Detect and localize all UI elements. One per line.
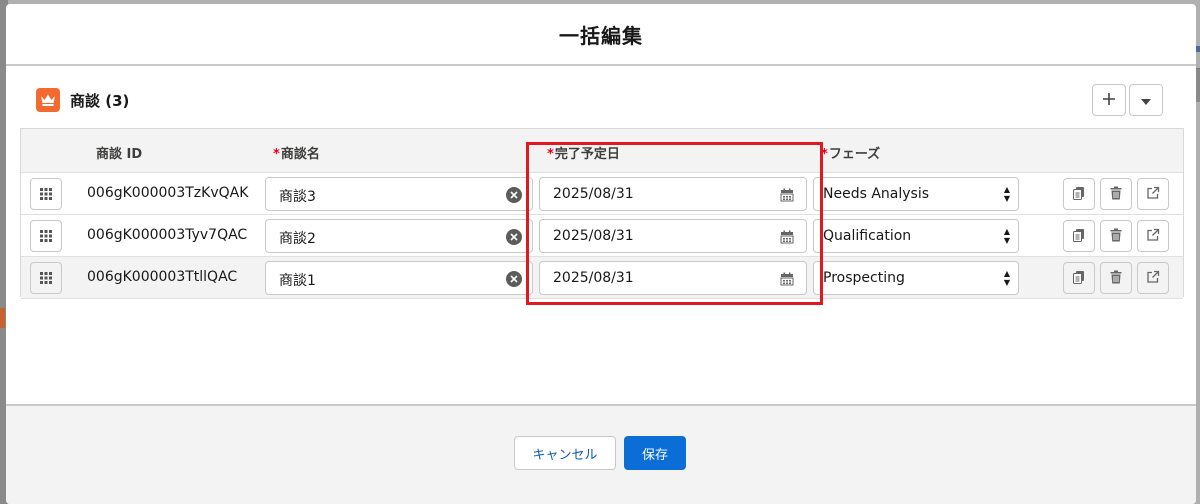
name-input[interactable]: 商談2 (265, 219, 533, 253)
grid-icon (40, 185, 52, 204)
clear-icon[interactable] (506, 187, 522, 203)
copy-icon (1072, 269, 1086, 288)
stage-select[interactable]: Qualification ▲ ▼ (813, 219, 1019, 253)
clone-button[interactable] (1063, 262, 1095, 294)
table-header: 商談 ID *商談名 *完了予定日 *フェーズ (21, 129, 1183, 173)
drag-handle[interactable] (30, 220, 62, 252)
external-link-icon (1146, 227, 1160, 246)
select-arrows-icon: ▲ ▼ (1003, 185, 1010, 203)
table-row: 006gK000003Tyv7QAC 商談2 2025/08/31 Qualif… (21, 215, 1183, 257)
open-record-button[interactable] (1137, 262, 1169, 294)
trash-icon (1109, 185, 1123, 204)
col-header-id: 商談 ID (96, 147, 143, 162)
background-accent (0, 308, 5, 328)
select-arrows-icon: ▲ ▼ (1003, 227, 1010, 245)
col-header-stage: *フェーズ (821, 147, 881, 162)
close-date-input[interactable]: 2025/08/31 (539, 261, 807, 295)
calendar-icon[interactable] (780, 271, 794, 290)
card-header: 商談 (3) (36, 88, 129, 112)
more-actions-dropdown[interactable] (1129, 84, 1163, 116)
col-header-close-date: *完了予定日 (547, 147, 620, 162)
save-button[interactable]: 保存 (624, 436, 686, 470)
cancel-button[interactable]: キャンセル (514, 436, 616, 470)
clear-icon[interactable] (506, 271, 522, 287)
grid-icon (40, 269, 52, 288)
open-record-button[interactable] (1137, 220, 1169, 252)
drag-handle[interactable] (30, 262, 62, 294)
modal-title: 一括編集 (559, 23, 643, 48)
delete-button[interactable] (1100, 262, 1132, 294)
external-link-icon (1146, 269, 1160, 288)
open-record-button[interactable] (1137, 178, 1169, 210)
trash-icon (1109, 269, 1123, 288)
modal-header: 一括編集 (6, 4, 1196, 66)
name-input[interactable]: 商談3 (265, 177, 533, 211)
records-table: 商談 ID *商談名 *完了予定日 *フェーズ 006gK000003TzKvQ… (20, 128, 1184, 299)
calendar-icon[interactable] (780, 187, 794, 206)
bulk-edit-modal: 一括編集 商談 (3) 商談 ID *商談名 *完了予定日 *フェーズ 006g… (6, 4, 1196, 504)
chevron-down-icon (1140, 91, 1152, 110)
close-date-input[interactable]: 2025/08/31 (539, 177, 807, 211)
calendar-icon[interactable] (780, 229, 794, 248)
card-title: 商談 (3) (70, 91, 130, 110)
required-mark: * (547, 147, 554, 162)
copy-icon (1072, 227, 1086, 246)
clone-button[interactable] (1063, 220, 1095, 252)
table-row: 006gK000003TtllQAC 商談1 2025/08/31 Prospe… (21, 257, 1183, 299)
delete-button[interactable] (1100, 178, 1132, 210)
select-arrows-icon: ▲ ▼ (1003, 269, 1010, 287)
clear-icon[interactable] (506, 229, 522, 245)
required-mark: * (273, 147, 280, 162)
table-row: 006gK000003TzKvQAK 商談3 2025/08/31 Needs … (21, 173, 1183, 215)
trash-icon (1109, 227, 1123, 246)
drag-handle[interactable] (30, 178, 62, 210)
stage-select[interactable]: Prospecting ▲ ▼ (813, 261, 1019, 295)
modal-footer: キャンセル 保存 (6, 404, 1196, 504)
add-row-button[interactable] (1092, 84, 1126, 116)
close-date-input[interactable]: 2025/08/31 (539, 219, 807, 253)
record-id: 006gK000003Tyv7QAC (87, 227, 248, 243)
required-mark: * (821, 147, 828, 162)
stage-select[interactable]: Needs Analysis ▲ ▼ (813, 177, 1019, 211)
delete-button[interactable] (1100, 220, 1132, 252)
copy-icon (1072, 185, 1086, 204)
clone-button[interactable] (1063, 178, 1095, 210)
record-id: 006gK000003TtllQAC (87, 269, 238, 285)
record-id: 006gK000003TzKvQAK (87, 185, 249, 201)
col-header-name: *商談名 (273, 147, 320, 162)
external-link-icon (1146, 185, 1160, 204)
name-input[interactable]: 商談1 (265, 261, 533, 295)
crown-icon (36, 88, 60, 112)
grid-icon (40, 227, 52, 246)
plus-icon (1102, 91, 1116, 110)
